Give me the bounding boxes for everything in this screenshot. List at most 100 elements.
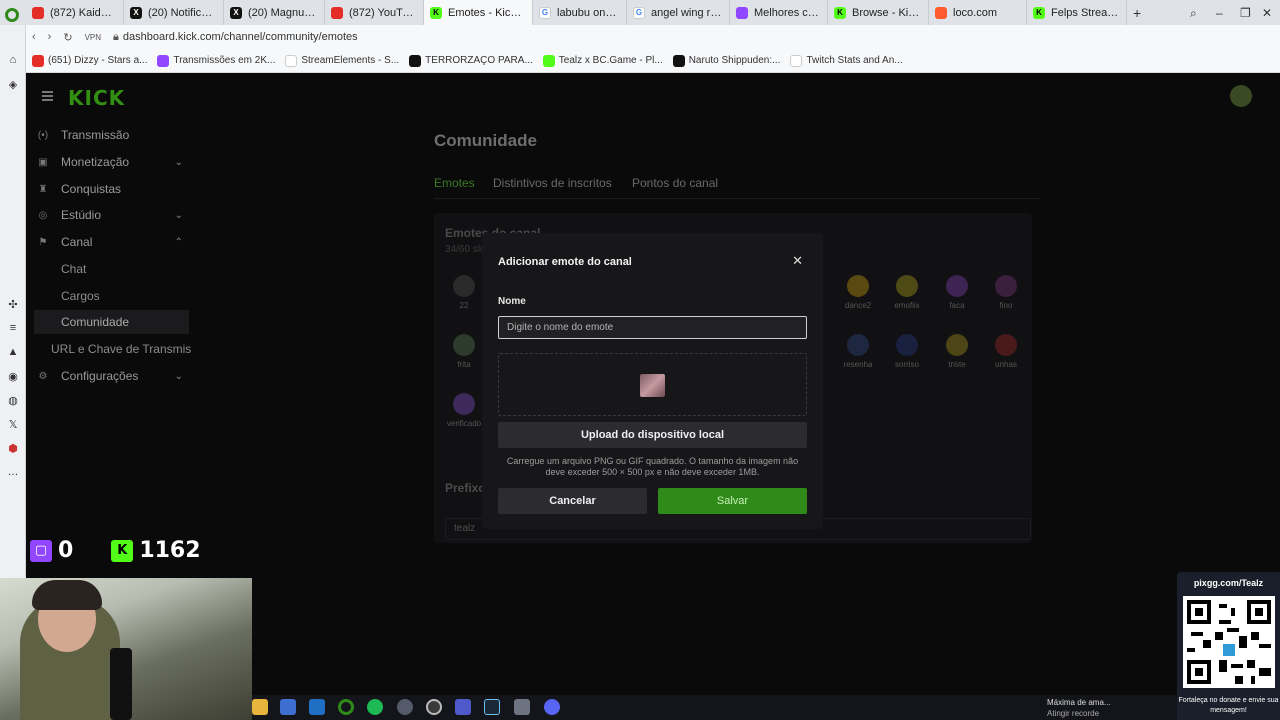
sidebar-item[interactable]: ⚑ Canal ⌃ [34, 230, 189, 254]
messenger-icon[interactable]: ◉ [6, 369, 20, 383]
qr-url: pixgg.com/Tealz [1193, 578, 1264, 588]
bookmark-item[interactable]: Tealz x BC.Game - Pl... [542, 54, 663, 67]
menu-icon[interactable] [42, 91, 53, 101]
emote-item[interactable]: resenha [833, 334, 883, 369]
kick-logo[interactable]: KICK [68, 86, 125, 110]
notes-icon[interactable]: ≡ [6, 321, 20, 335]
webcam-feed [0, 578, 252, 720]
emote-item[interactable]: triste [932, 334, 982, 369]
broadcast-icon: (•) [37, 129, 49, 141]
qr-code [1183, 596, 1275, 688]
gear-icon: ⚙ [38, 370, 48, 382]
bookmark-item[interactable]: Twitch Stats and An... [790, 54, 903, 67]
google-icon: G [539, 6, 551, 19]
browser-tab[interactable]: (872) YouTube [325, 0, 424, 25]
image-dropzone[interactable] [498, 353, 807, 416]
notification-subtitle: Atingir recorde [1047, 709, 1100, 718]
file-explorer-icon[interactable] [252, 699, 268, 715]
forward-icon[interactable]: › [48, 31, 52, 43]
spotify-icon[interactable] [367, 699, 383, 715]
emote-item[interactable]: unhas [981, 334, 1031, 369]
emote-item[interactable]: dance2 [833, 275, 883, 310]
browser-tab[interactable]: K Emotes - Kick Dashboar [424, 0, 533, 25]
cancel-button[interactable]: Cancelar [498, 488, 647, 514]
search-tabs-icon[interactable]: ⌕ [1190, 6, 1197, 21]
chevron-icon[interactable]: ⌄ [175, 210, 183, 221]
emote-name-input[interactable] [498, 316, 807, 339]
emote-item[interactable]: faca [932, 275, 982, 310]
close-window-icon[interactable]: ✕ [1262, 6, 1272, 20]
tab-emotes[interactable]: Emotes [434, 176, 475, 190]
vpn-badge[interactable]: VPN [85, 33, 101, 42]
calculator-icon[interactable] [514, 699, 530, 715]
steam-icon[interactable] [484, 699, 500, 715]
bookmark-item[interactable]: Naruto Shippuden:... [672, 54, 780, 67]
shield-icon[interactable]: ⬢ [6, 441, 20, 455]
emote-item[interactable]: fino [981, 275, 1031, 310]
browser-tab[interactable]: Gangel wing ragnarok [627, 0, 730, 25]
browser-tab-label: loco.com [953, 6, 998, 19]
kick-icon: K [1033, 6, 1045, 19]
browser-tab[interactable]: (872) Kaidan - Offici [26, 0, 124, 25]
sidebar-subitem-stream-key[interactable]: URL e Chave de Transmissão [51, 337, 191, 361]
sidebar-item[interactable]: (•) Transmissão [34, 123, 189, 147]
bookmark-item[interactable]: TERRORZAÇO PARA... [409, 54, 533, 67]
browser-tab[interactable]: X (20) Magnus no X: " [224, 0, 325, 25]
chevron-icon[interactable]: ⌃ [175, 237, 183, 248]
x-icon: X [230, 6, 242, 19]
reload-icon[interactable]: ↻ [63, 31, 72, 44]
tab-channel-points[interactable]: Pontos do canal [632, 176, 718, 190]
tab-subscriber-badges[interactable]: Distintivos de inscritos [493, 176, 612, 190]
browser-tab[interactable]: X (20) Notificações / X [124, 0, 224, 25]
browser-tab[interactable]: K Browse - Kick Stream [828, 0, 929, 25]
store-icon[interactable] [280, 699, 296, 715]
browser-tab[interactable]: Glabubu one piece - P [533, 0, 627, 25]
sidebar-subitem[interactable]: Chat [34, 257, 189, 281]
x-icon[interactable]: 𝕏 [6, 417, 20, 431]
emote-item[interactable]: emofiix [882, 275, 932, 310]
teams-icon[interactable] [455, 699, 471, 715]
sidebar-item-settings[interactable]: ⚙ Configurações ⌄ [34, 364, 189, 388]
url-field[interactable]: dashboard.kick.com/channel/community/emo… [123, 31, 358, 43]
audio-app-icon[interactable] [397, 699, 413, 715]
pin-icon[interactable]: ✣ [6, 297, 20, 311]
bookmark-item[interactable]: (651) Dizzy - Stars a... [32, 54, 147, 67]
lock-icon: 🔒︎ [113, 30, 119, 43]
bookmark-item[interactable]: StreamElements - S... [285, 54, 399, 67]
notification-tray[interactable]: Máxima de ama... Atingir recorde [1047, 695, 1157, 720]
sidebar-subitem[interactable]: Cargos [34, 284, 189, 308]
browser-tab[interactable]: Melhores canais - Tw [730, 0, 828, 25]
back-icon[interactable]: ‹ [32, 31, 36, 43]
stream-viewer-counters: ▢ 0 K 1162 [30, 538, 201, 563]
whatsapp-icon[interactable]: ◍ [6, 393, 20, 407]
new-tab-button[interactable]: + [1133, 5, 1141, 21]
outlook-icon[interactable] [309, 699, 325, 715]
sidebar-item[interactable]: ♜ Conquistas [34, 177, 189, 201]
sidebar-subitem[interactable]: Comunidade [34, 310, 189, 334]
emote-label: dance2 [844, 301, 872, 310]
close-icon[interactable]: ✕ [792, 253, 803, 269]
bookmark-item[interactable]: Transmissões em 2K... [157, 54, 275, 67]
obs-icon[interactable] [426, 699, 442, 715]
aria-icon[interactable]: ▲ [6, 345, 20, 359]
avatar[interactable] [1230, 85, 1252, 107]
opera-taskbar-icon[interactable] [338, 699, 354, 715]
chevron-icon[interactable]: ⌄ [175, 157, 183, 168]
sidebar-item[interactable]: ◎ Estúdio ⌄ [34, 203, 189, 227]
streamer-hair [32, 580, 102, 610]
save-button[interactable]: Salvar [658, 488, 807, 514]
kick-icon: K [111, 539, 134, 562]
browser-tab[interactable]: K Felps Stream - Watc [1027, 0, 1127, 25]
emote-item[interactable]: sorriso [882, 334, 932, 369]
upload-local-button[interactable]: Upload do dispositivo local [498, 422, 807, 448]
discord-icon[interactable] [544, 699, 560, 715]
more-icon[interactable]: … [6, 465, 20, 479]
chevron-down-icon[interactable]: ⌄ [175, 371, 183, 382]
home-icon[interactable]: ⌂ [6, 53, 20, 67]
extensions-icon[interactable]: ◈ [6, 77, 20, 91]
minimize-icon[interactable]: – [1216, 6, 1223, 20]
opera-logo-icon[interactable] [5, 8, 19, 22]
browser-tab[interactable]: loco.com [929, 0, 1027, 25]
maximize-icon[interactable]: ❐ [1240, 6, 1251, 20]
sidebar-item[interactable]: ▣ Monetização ⌄ [34, 150, 189, 174]
